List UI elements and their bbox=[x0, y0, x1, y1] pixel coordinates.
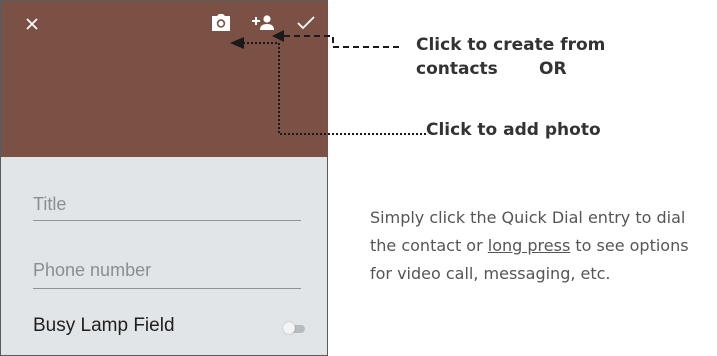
contacts-callout-line bbox=[283, 35, 399, 48]
photo-callout-line bbox=[243, 42, 426, 135]
long-press-term: long press bbox=[487, 236, 571, 255]
contacts-callout-line1: Click to create from bbox=[416, 35, 606, 55]
photo-callout: Click to add photo bbox=[426, 120, 601, 140]
photo-callout-arrowhead bbox=[230, 37, 244, 49]
callout-connectors bbox=[230, 30, 426, 135]
contacts-callout-arrowhead bbox=[272, 30, 284, 42]
contacts-callout-or: OR bbox=[539, 59, 567, 79]
quick-dial-description: Simply click the Quick Dial entry to dia… bbox=[370, 204, 715, 288]
contacts-callout-line2: contacts bbox=[416, 59, 498, 79]
